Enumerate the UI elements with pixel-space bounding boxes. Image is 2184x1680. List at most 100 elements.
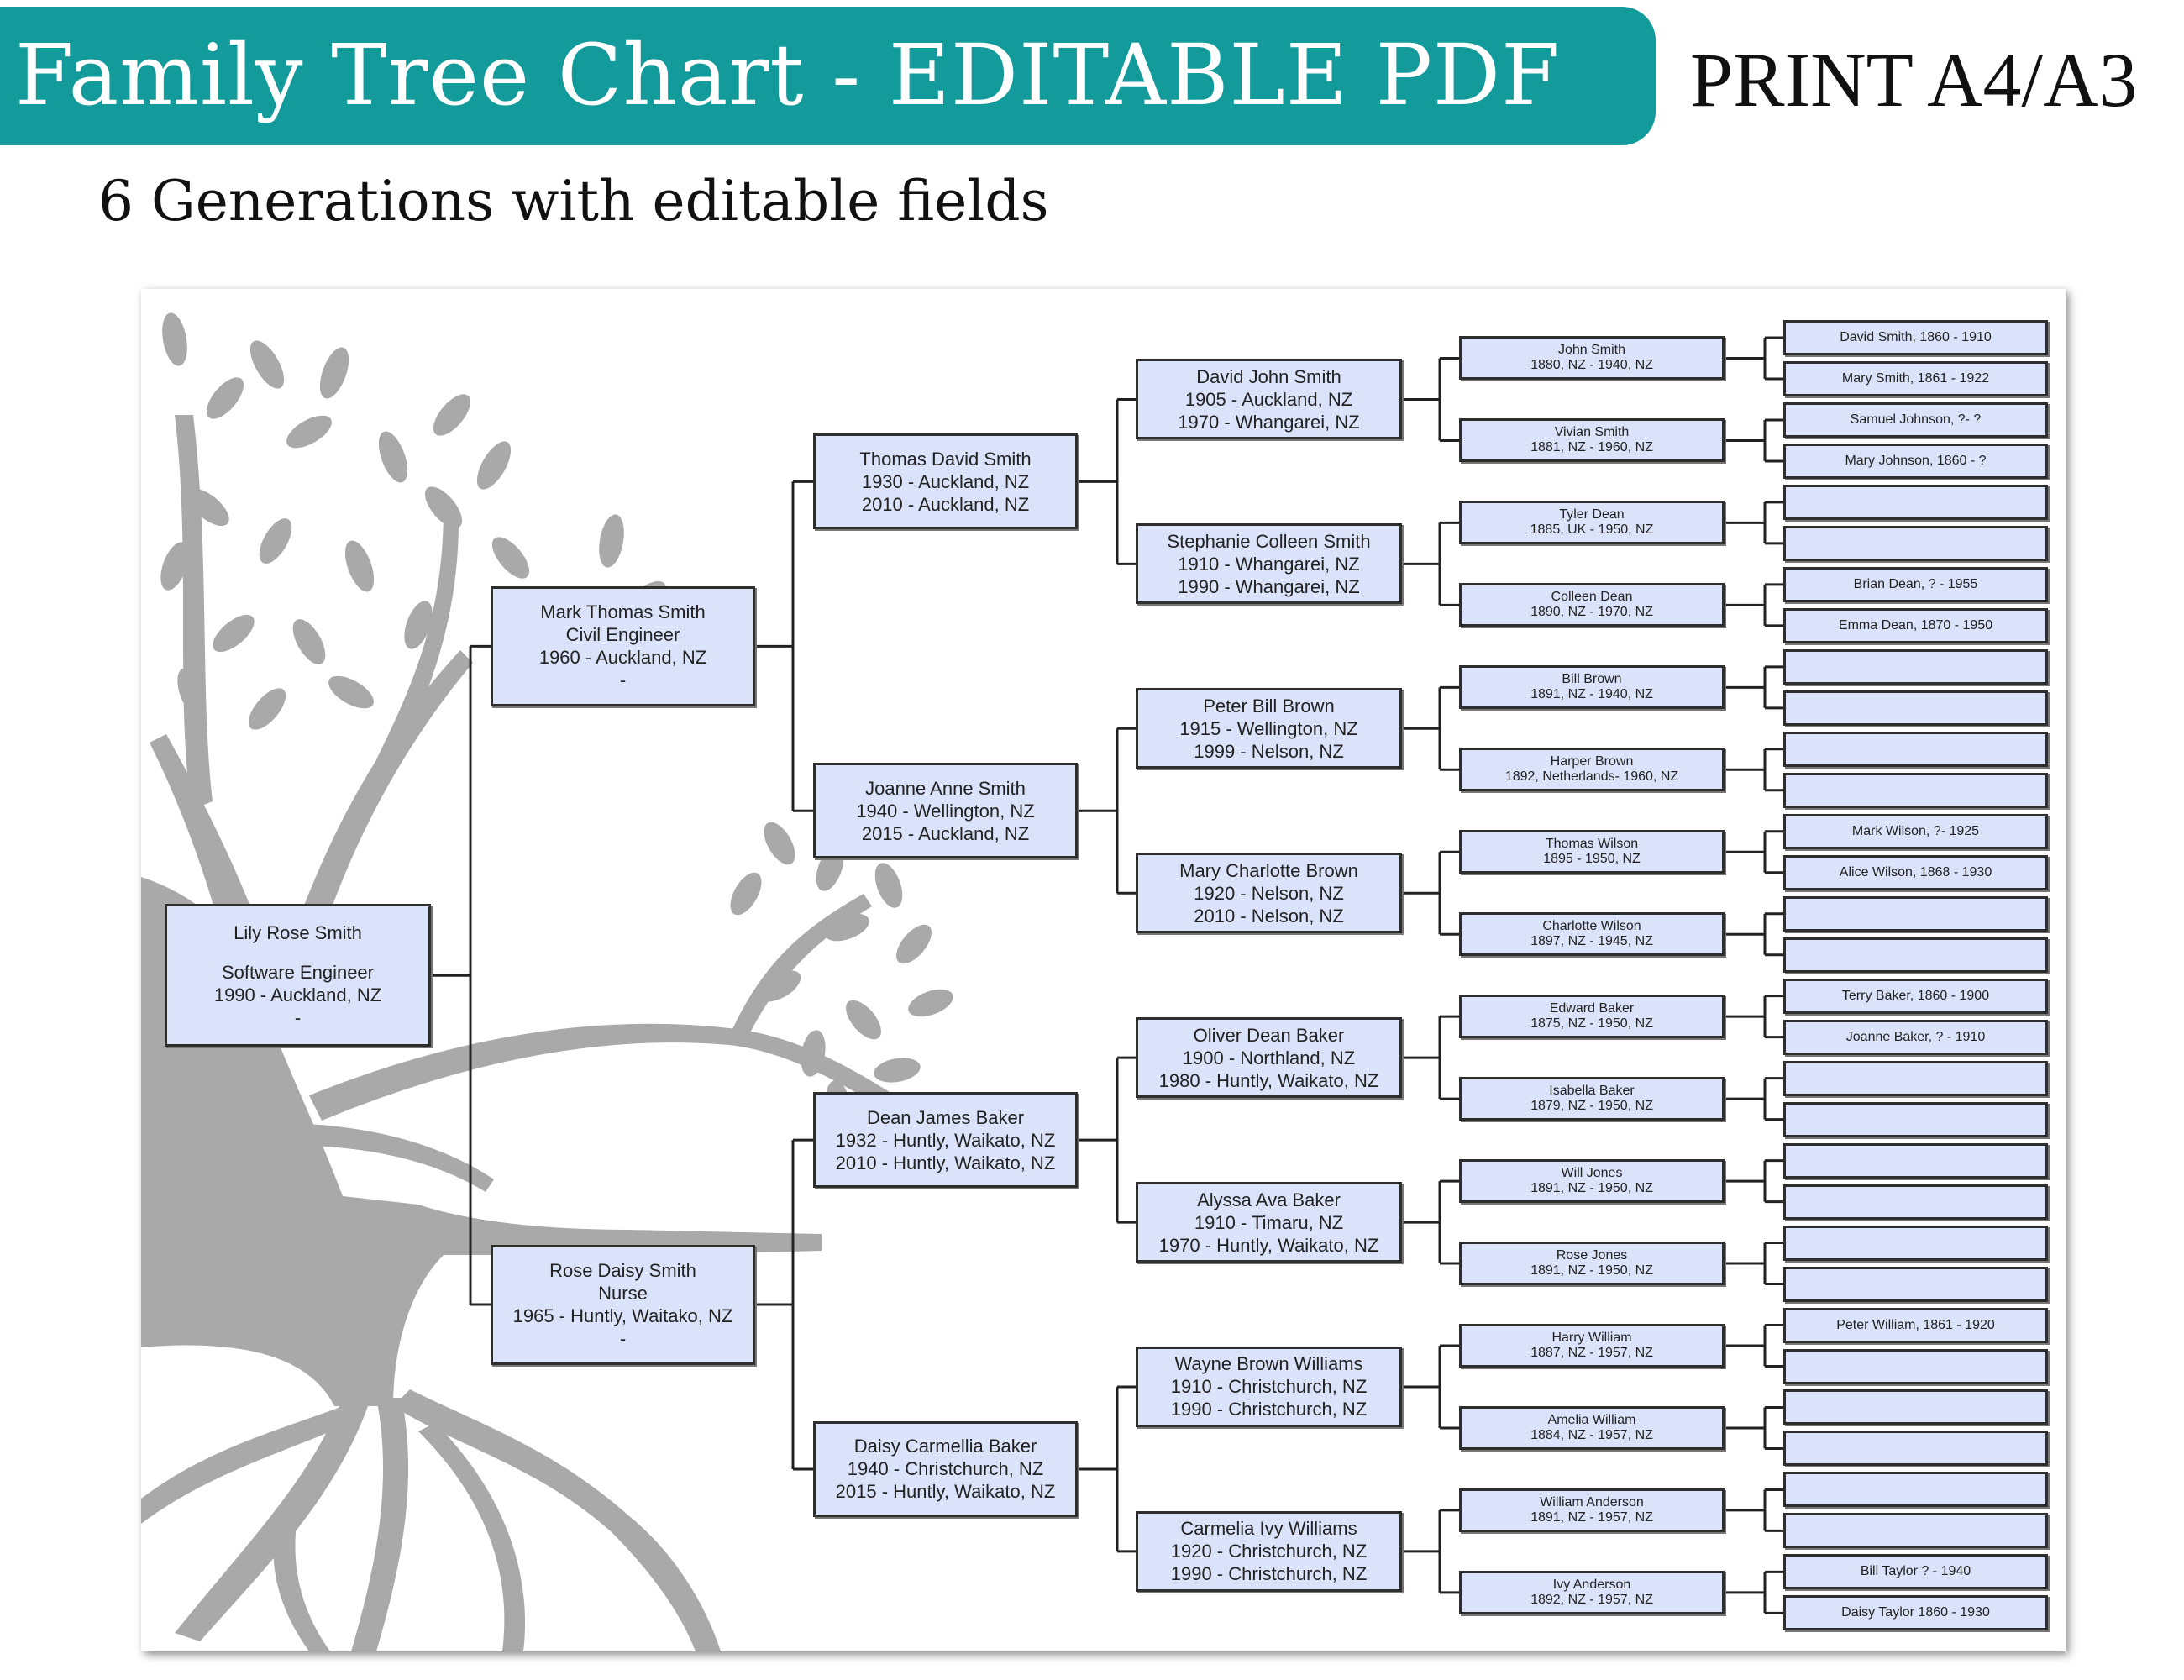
person-field-gen6[interactable] xyxy=(1783,1348,2048,1384)
person-field-gen6[interactable] xyxy=(1783,937,2048,973)
person-field-gen6[interactable] xyxy=(1783,484,2048,520)
person-field-gen6[interactable] xyxy=(1783,525,2048,561)
person-field-gen6[interactable] xyxy=(1783,1431,2048,1467)
person-field-gen6[interactable] xyxy=(1783,731,2048,767)
person-name: Mary Johnson, 1860 - ? xyxy=(1845,453,1987,468)
page-title: Family Tree Chart - EDITABLE PDF xyxy=(15,26,1561,124)
person-field-gen6[interactable] xyxy=(1783,772,2048,808)
person-field-gen5[interactable]: Rose Jones 1891, NZ - 1950, NZ xyxy=(1459,1242,1725,1286)
person-field-gen5[interactable]: Bill Brown 1891, NZ - 1940, NZ xyxy=(1459,665,1725,710)
person-field-gen6[interactable]: Bill Taylor ? - 1940 xyxy=(1783,1554,2048,1590)
person-field-gen4[interactable]: Mary Charlotte Brown 1920 - Nelson, NZ 201… xyxy=(1136,853,1402,934)
person-name: Oliver Dean Baker xyxy=(1193,1024,1345,1046)
person-field-gen5[interactable]: John Smith 1880, NZ - 1940, NZ xyxy=(1459,336,1725,381)
person-field-gen4[interactable]: Oliver Dean Baker 1900 - Northland, NZ 198… xyxy=(1136,1017,1402,1099)
person-detail: 1990 - Christchurch, NZ xyxy=(1170,1563,1368,1585)
person-detail: 1930 - Auckland, NZ xyxy=(861,470,1030,492)
person-name: John Smith xyxy=(1557,343,1626,358)
person-field-gen4[interactable]: Wayne Brown Williams 1910 - Christchurch,… xyxy=(1136,1346,1402,1427)
person-name: Colleen Dean xyxy=(1551,590,1633,605)
person-field-gen5[interactable]: Tyler Dean 1885, UK - 1950, NZ xyxy=(1459,501,1725,545)
person-field-gen6[interactable]: Brian Dean, ? - 1955 xyxy=(1783,566,2048,602)
person-field-gen5[interactable]: Thomas Wilson 1895 - 1950, NZ xyxy=(1459,830,1725,874)
person-field-gen6[interactable]: Mary Johnson, 1860 - ? xyxy=(1783,443,2048,479)
person-detail: 1884, NZ - 1957, NZ xyxy=(1530,1427,1653,1442)
person-field-gen5[interactable]: Colleen Dean 1890, NZ - 1970, NZ xyxy=(1459,583,1725,627)
person-field-gen6[interactable] xyxy=(1783,648,2048,685)
person-field-gen6[interactable] xyxy=(1783,690,2048,726)
person-name: Mary Smith, 1861 - 1922 xyxy=(1841,370,1990,386)
person-field-gen3[interactable]: Dean James Baker 1932 - Huntly, Waikato, … xyxy=(813,1092,1078,1189)
person-field-gen3[interactable]: Joanne Anne Smith 1940 - Wellington, NZ 20… xyxy=(813,763,1078,859)
person-name: Joanne Anne Smith xyxy=(865,777,1026,799)
person-field-gen5[interactable]: Charlotte Wilson 1897, NZ - 1945, NZ xyxy=(1459,912,1725,957)
person-detail: 1891, NZ - 1957, NZ xyxy=(1530,1509,1653,1525)
person-name: Charlotte Wilson xyxy=(1542,919,1641,934)
person-field-gen6[interactable]: Mary Smith, 1861 - 1922 xyxy=(1783,360,2048,396)
person-name: Peter William, 1861 - 1920 xyxy=(1836,1317,1995,1332)
person-field-gen5[interactable]: Will Jones 1891, NZ - 1950, NZ xyxy=(1459,1159,1725,1204)
person-field-gen6[interactable]: Alice Wilson, 1868 - 1930 xyxy=(1783,854,2048,890)
person-name: Tyler Dean xyxy=(1559,507,1625,522)
person-field-gen5[interactable]: Ivy Anderson 1892, NZ - 1957, NZ xyxy=(1459,1570,1725,1614)
person-field-gen6[interactable] xyxy=(1783,1472,2048,1508)
person-name: Vivian Smith xyxy=(1554,425,1630,440)
person-detail: 1940 - Wellington, NZ xyxy=(856,800,1035,822)
person-field-gen6[interactable] xyxy=(1783,1184,2048,1220)
person-field-gen6[interactable]: Mark Wilson, ?- 1925 xyxy=(1783,813,2048,849)
person-field-gen6[interactable]: Emma Dean, 1870 - 1950 xyxy=(1783,607,2048,643)
person-field-gen5[interactable]: Edward Baker 1875, NZ - 1950, NZ xyxy=(1459,995,1725,1039)
person-field-gen6[interactable]: Daisy Taylor 1860 - 1930 xyxy=(1783,1595,2048,1631)
person-field-gen5[interactable]: Harry William 1887, NZ - 1957, NZ xyxy=(1459,1324,1725,1368)
person-name: Bill Taylor ? - 1940 xyxy=(1860,1564,1971,1579)
person-field-gen4[interactable]: Stephanie Colleen Smith 1910 - Whangarei,… xyxy=(1136,523,1402,605)
person-detail: 1910 - Christchurch, NZ xyxy=(1170,1376,1368,1398)
person-field-gen4[interactable]: Peter Bill Brown 1915 - Wellington, NZ 199… xyxy=(1136,688,1402,769)
person-field-gen5[interactable]: Harper Brown 1892, Netherlands- 1960, NZ xyxy=(1459,748,1725,792)
subtitle: 6 Generations with editable fields xyxy=(98,169,1049,234)
person-field-gen6[interactable] xyxy=(1783,1142,2048,1179)
person-field-gen2[interactable]: Rose Daisy Smith Nurse 1965 - Huntly, Wait… xyxy=(491,1244,755,1365)
person-name: Wayne Brown Williams xyxy=(1174,1353,1363,1375)
person-detail: Software Engineer xyxy=(222,962,374,984)
person-detail: 2015 - Auckland, NZ xyxy=(861,822,1030,844)
person-field-gen4[interactable]: Carmelia Ivy Williams 1920 - Christchurch… xyxy=(1136,1510,1402,1592)
person-name: Alyssa Ava Baker xyxy=(1197,1189,1341,1210)
person-detail: 1891, NZ - 1950, NZ xyxy=(1530,1181,1653,1196)
person-field-gen5[interactable]: William Anderson 1891, NZ - 1957, NZ xyxy=(1459,1488,1725,1532)
person-field-gen6[interactable]: Terry Baker, 1860 - 1900 xyxy=(1783,978,2048,1014)
person-field-gen5[interactable]: Isabella Baker 1879, NZ - 1950, NZ xyxy=(1459,1077,1725,1121)
person-field-gen4[interactable]: Alyssa Ava Baker 1910 - Timaru, NZ 1970 - … xyxy=(1136,1182,1402,1263)
person-detail: 1880, NZ - 1940, NZ xyxy=(1530,358,1653,373)
person-field-gen6[interactable]: Samuel Johnson, ?- ? xyxy=(1783,402,2048,438)
person-detail: 1915 - Wellington, NZ xyxy=(1179,717,1358,739)
person-detail: Nurse xyxy=(598,1283,648,1305)
person-field-gen1[interactable]: Lily Rose Smith Software Engineer 1990 - A… xyxy=(165,904,431,1047)
person-field-gen6[interactable] xyxy=(1783,1060,2048,1096)
person-detail: 2015 - Huntly, Waikato, NZ xyxy=(835,1481,1056,1503)
person-field-gen6[interactable] xyxy=(1783,1513,2048,1549)
person-detail: 1900 - Northland, NZ xyxy=(1182,1047,1356,1068)
person-detail: 1970 - Huntly, Waikato, NZ xyxy=(1158,1234,1379,1256)
person-field-gen6[interactable]: David Smith, 1860 - 1910 xyxy=(1783,320,2048,355)
person-detail: 1879, NZ - 1950, NZ xyxy=(1530,1099,1653,1114)
person-field-gen5[interactable]: Vivian Smith 1881, NZ - 1960, NZ xyxy=(1459,418,1725,463)
person-field-gen6[interactable] xyxy=(1783,1225,2048,1261)
person-detail: 1990 - Christchurch, NZ xyxy=(1170,1399,1368,1420)
person-field-gen6[interactable] xyxy=(1783,895,2048,932)
person-field-gen2[interactable]: Mark Thomas Smith Civil Engineer 1960 - Au… xyxy=(491,585,755,706)
title-banner: Family Tree Chart - EDITABLE PDF xyxy=(0,7,1656,145)
person-field-gen5[interactable]: Amelia William 1884, NZ - 1957, NZ xyxy=(1459,1405,1725,1450)
person-field-gen3[interactable]: Thomas David Smith 1930 - Auckland, NZ 201… xyxy=(813,433,1078,530)
person-field-gen6[interactable] xyxy=(1783,1101,2048,1137)
person-name: Stephanie Colleen Smith xyxy=(1167,530,1371,552)
person-field-gen6[interactable] xyxy=(1783,1266,2048,1302)
person-name: Lily Rose Smith xyxy=(234,922,362,944)
person-field-gen4[interactable]: David John Smith 1905 - Auckland, NZ 1970 … xyxy=(1136,359,1402,440)
person-field-gen3[interactable]: Daisy Carmellia Baker 1940 - Christchurch… xyxy=(813,1420,1078,1517)
person-detail: 1891, NZ - 1950, NZ xyxy=(1530,1263,1653,1278)
person-detail: 1905 - Auckland, NZ xyxy=(1184,388,1353,410)
person-field-gen6[interactable] xyxy=(1783,1389,2048,1425)
person-field-gen6[interactable]: Joanne Baker, ? - 1910 xyxy=(1783,1019,2048,1055)
person-field-gen6[interactable]: Peter William, 1861 - 1920 xyxy=(1783,1307,2048,1343)
